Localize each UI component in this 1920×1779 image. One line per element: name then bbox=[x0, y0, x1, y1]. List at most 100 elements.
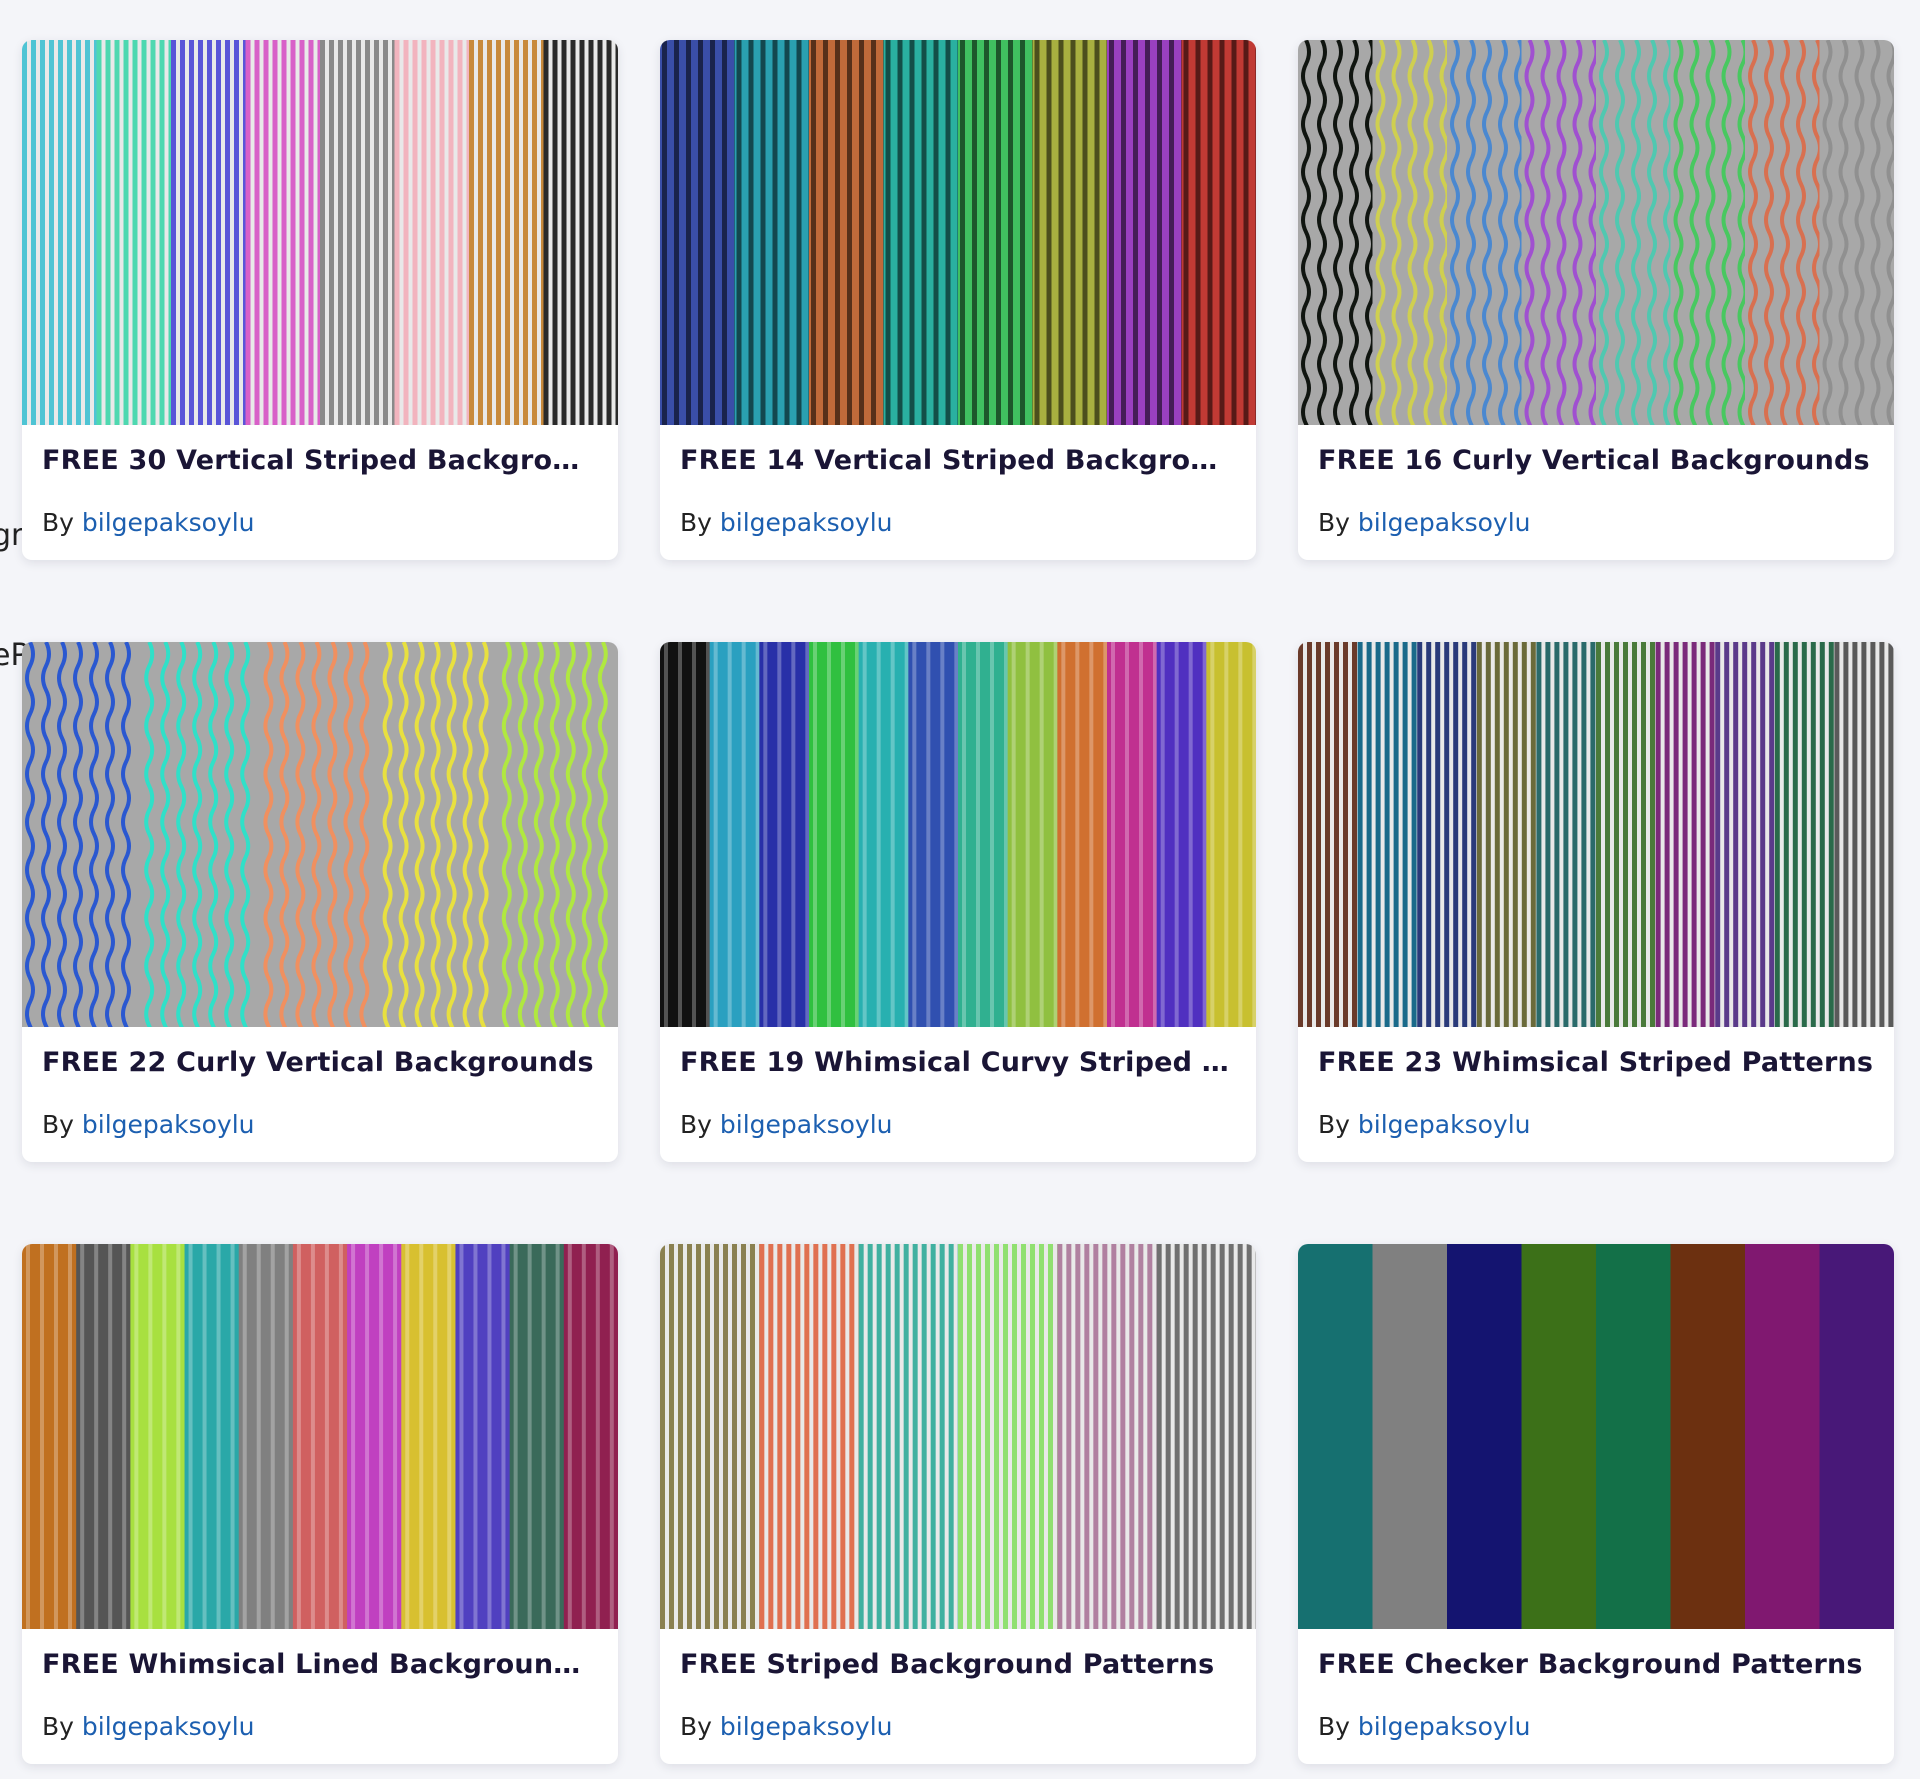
author-link[interactable]: bilgepaksoylu bbox=[720, 508, 893, 537]
pattern-stripe bbox=[698, 40, 703, 425]
pattern-stripe bbox=[1316, 642, 1321, 1027]
pattern-stripe bbox=[686, 40, 691, 425]
author-link[interactable]: bilgepaksoylu bbox=[82, 508, 255, 537]
pattern-stripe bbox=[933, 40, 939, 425]
pattern-stripe bbox=[763, 642, 768, 1027]
author-link[interactable]: bilgepaksoylu bbox=[1358, 1110, 1531, 1139]
pattern-stripe bbox=[1238, 642, 1243, 1027]
product-title[interactable]: FREE 23 Whimsical Striped Patterns bbox=[1318, 1047, 1874, 1078]
author-line: By bilgepaksoylu bbox=[680, 508, 1236, 537]
pattern-stripe bbox=[1828, 642, 1834, 1027]
product-card[interactable]: FREE 19 Whimsical Curvy Striped P... By … bbox=[660, 642, 1256, 1162]
pattern-stripe bbox=[421, 40, 427, 425]
pattern-stripe bbox=[1082, 40, 1088, 425]
author-line: By bilgepaksoylu bbox=[42, 1110, 598, 1139]
card-body: FREE 14 Vertical Striped Backgroun... By… bbox=[660, 425, 1256, 537]
product-thumbnail[interactable] bbox=[1298, 1244, 1894, 1629]
product-card[interactable]: FREE Checker Background Patterns By bilg… bbox=[1298, 1244, 1894, 1764]
author-link[interactable]: bilgepaksoylu bbox=[82, 1712, 255, 1741]
pattern-stripe bbox=[49, 40, 54, 425]
author-link[interactable]: bilgepaksoylu bbox=[1358, 1712, 1531, 1741]
pattern-stripe bbox=[1183, 1244, 1189, 1629]
pattern-stripe bbox=[579, 40, 585, 425]
pattern-stripe bbox=[1202, 642, 1207, 1027]
pattern-stripe bbox=[876, 1244, 882, 1629]
pattern-stripe bbox=[727, 642, 732, 1027]
pattern-stripe bbox=[1004, 642, 1008, 1027]
pattern-stripe bbox=[1650, 642, 1655, 1027]
card-body: FREE Whimsical Lined Background... By bi… bbox=[22, 1629, 618, 1741]
pattern-stripe bbox=[994, 1244, 999, 1629]
pattern-stripe bbox=[1545, 642, 1551, 1027]
pattern-stripe bbox=[256, 1244, 261, 1629]
pattern-stripe bbox=[985, 1244, 990, 1629]
pattern-stripe bbox=[1046, 40, 1052, 425]
pattern-stripe bbox=[714, 1244, 719, 1629]
pattern-stripe bbox=[1102, 1244, 1108, 1629]
pattern-stripe bbox=[1861, 642, 1867, 1027]
pattern-stripe bbox=[96, 40, 102, 425]
pattern-stripe bbox=[523, 40, 528, 425]
product-title[interactable]: FREE Striped Background Patterns bbox=[680, 1649, 1236, 1680]
pattern-stripe bbox=[296, 1244, 301, 1629]
card-body: FREE 19 Whimsical Curvy Striped P... By … bbox=[660, 1027, 1256, 1139]
pattern-stripe bbox=[1057, 1244, 1063, 1629]
pattern-stripe bbox=[1228, 1244, 1234, 1629]
product-thumbnail[interactable] bbox=[1298, 40, 1894, 425]
product-title[interactable]: FREE 30 Vertical Striped Backgrou... bbox=[42, 445, 598, 476]
pattern-stripe bbox=[189, 40, 194, 425]
pattern-stripe bbox=[1691, 642, 1697, 1027]
pattern-stripe bbox=[921, 40, 927, 425]
product-card[interactable]: FREE 16 Curly Vertical Backgrounds By bi… bbox=[1298, 40, 1894, 560]
product-thumbnail[interactable] bbox=[1298, 642, 1894, 1027]
product-card[interactable]: FREE 22 Curly Vertical Backgrounds By bi… bbox=[22, 642, 618, 1162]
pattern-stripe bbox=[1174, 1244, 1180, 1629]
product-title[interactable]: FREE 22 Curly Vertical Backgrounds bbox=[42, 1047, 598, 1078]
pattern-stripe bbox=[1325, 642, 1330, 1027]
author-link[interactable]: bilgepaksoylu bbox=[720, 1110, 893, 1139]
product-thumbnail[interactable] bbox=[22, 1244, 618, 1629]
pattern-stripe bbox=[962, 642, 966, 1027]
product-title[interactable]: FREE 19 Whimsical Curvy Striped P... bbox=[680, 1047, 1236, 1078]
pattern-stripe bbox=[813, 642, 817, 1027]
pattern-stripe bbox=[1111, 1244, 1117, 1629]
product-card[interactable]: FREE 23 Whimsical Striped Patterns By bi… bbox=[1298, 642, 1894, 1162]
author-link[interactable]: bilgepaksoylu bbox=[720, 1712, 893, 1741]
pattern-stripe bbox=[1411, 642, 1417, 1027]
product-thumbnail[interactable] bbox=[660, 642, 1256, 1027]
author-link[interactable]: bilgepaksoylu bbox=[82, 1110, 255, 1139]
pattern-stripe bbox=[393, 1244, 398, 1629]
pattern-stripe bbox=[383, 40, 388, 425]
product-title[interactable]: FREE Whimsical Lined Background... bbox=[42, 1649, 598, 1680]
pattern-stripe bbox=[430, 40, 436, 425]
pattern-stripe bbox=[439, 40, 445, 425]
product-title[interactable]: FREE 16 Curly Vertical Backgrounds bbox=[1318, 445, 1874, 476]
product-title[interactable]: FREE Checker Background Patterns bbox=[1318, 1649, 1874, 1680]
pattern-stripe bbox=[1512, 642, 1518, 1027]
pattern-stripe bbox=[459, 1244, 464, 1629]
pattern-stripe bbox=[1471, 642, 1477, 1027]
pattern-stripe bbox=[831, 1244, 837, 1629]
pattern-stripe bbox=[1008, 40, 1013, 425]
product-card[interactable]: FREE 14 Vertical Striped Backgroun... By… bbox=[660, 40, 1256, 560]
product-card[interactable]: FREE Striped Background Patterns By bilg… bbox=[660, 1244, 1256, 1764]
product-thumbnail[interactable] bbox=[660, 1244, 1256, 1629]
pattern-stripe bbox=[1210, 1244, 1216, 1629]
pattern-stripe bbox=[150, 40, 156, 425]
product-thumbnail[interactable] bbox=[660, 40, 1256, 425]
pattern-stripe bbox=[1109, 40, 1114, 425]
product-card[interactable]: FREE Whimsical Lined Background... By bi… bbox=[22, 1244, 618, 1764]
product-thumbnail[interactable] bbox=[22, 40, 618, 425]
pattern-stripe bbox=[811, 40, 816, 425]
pattern-stripe bbox=[1188, 642, 1193, 1027]
pattern-stripe bbox=[804, 1244, 810, 1629]
pattern-stripe bbox=[847, 40, 852, 425]
author-link[interactable]: bilgepaksoylu bbox=[1358, 508, 1531, 537]
product-title[interactable]: FREE 14 Vertical Striped Backgroun... bbox=[680, 445, 1236, 476]
pattern-stripe bbox=[76, 40, 81, 425]
pattern-stripe bbox=[419, 1244, 424, 1629]
pattern-stripe bbox=[835, 40, 840, 425]
pattern-stripe bbox=[772, 40, 778, 425]
product-card[interactable]: FREE 30 Vertical Striped Backgrou... By … bbox=[22, 40, 618, 560]
product-thumbnail[interactable] bbox=[22, 642, 618, 1027]
